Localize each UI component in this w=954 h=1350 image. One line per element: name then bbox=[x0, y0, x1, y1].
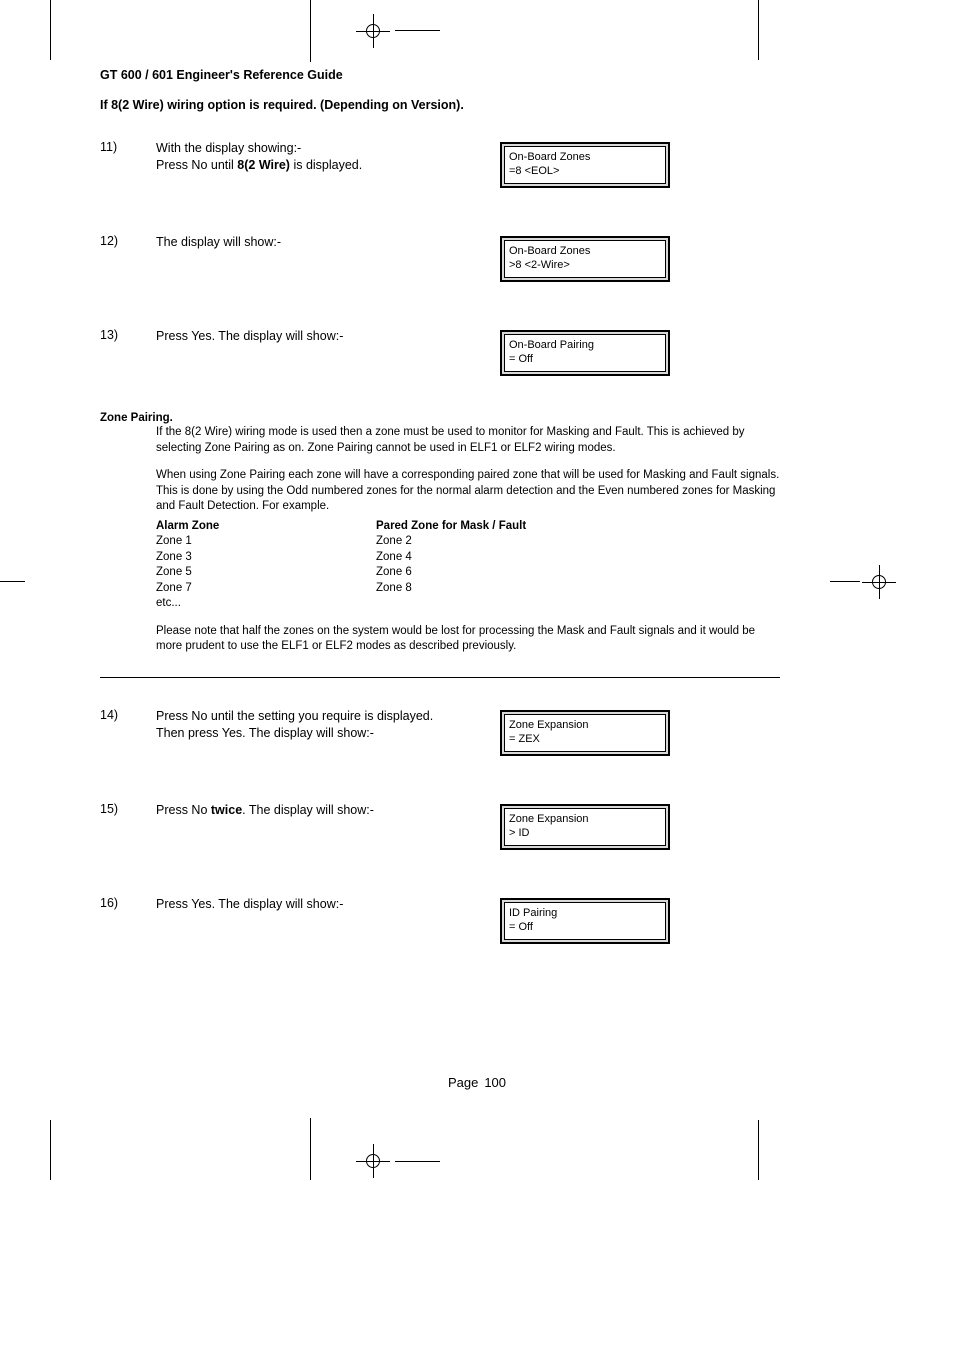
display-line-1: On-Board Zones bbox=[509, 245, 590, 257]
crop-mark bbox=[310, 0, 311, 62]
table-cell: Zone 5 bbox=[156, 565, 376, 581]
step-number: 15) bbox=[100, 802, 156, 816]
step-text: With the display showing:-Press No until… bbox=[156, 140, 496, 174]
step-text: Press Yes. The display will show:- bbox=[156, 328, 496, 345]
step-number: 11) bbox=[100, 140, 156, 154]
display-line-1: On-Board Zones bbox=[509, 151, 590, 163]
table-header: Alarm Zone bbox=[156, 519, 376, 535]
table-cell: Zone 3 bbox=[156, 550, 376, 566]
lcd-display: On-Board Zones>8 <2-Wire> bbox=[500, 236, 670, 282]
table-cell: Zone 6 bbox=[376, 565, 526, 581]
table-cell: Zone 2 bbox=[376, 534, 526, 550]
step-text: Press Yes. The display will show:- bbox=[156, 896, 496, 913]
paragraph: When using Zone Pairing each zone will h… bbox=[156, 468, 780, 515]
document-title: GT 600 / 601 Engineer's Reference Guide bbox=[100, 68, 780, 82]
crop-mark bbox=[395, 30, 440, 31]
table-header: Pared Zone for Mask / Fault bbox=[376, 519, 526, 535]
crop-mark bbox=[830, 581, 860, 582]
step-row: 16)Press Yes. The display will show:-ID … bbox=[100, 896, 780, 944]
zone-table: Alarm Zone Zone 1Zone 3Zone 5Zone 7etc..… bbox=[156, 519, 780, 612]
lcd-display: Zone Expansion= ZEX bbox=[500, 710, 670, 756]
display-line-1: On-Board Pairing bbox=[509, 339, 594, 351]
crop-mark bbox=[758, 0, 759, 60]
display-line-2: = ZEX bbox=[509, 732, 661, 746]
display-line-1: Zone Expansion bbox=[509, 813, 589, 825]
paragraph: Please note that half the zones on the s… bbox=[156, 624, 780, 655]
table-cell: etc... bbox=[156, 596, 376, 612]
crop-mark bbox=[395, 1161, 440, 1162]
crop-mark bbox=[0, 581, 25, 582]
step-number: 12) bbox=[100, 234, 156, 248]
step-row: 14)Press No until the setting you requir… bbox=[100, 708, 780, 756]
step-row: 13)Press Yes. The display will show:-On-… bbox=[100, 328, 780, 376]
page-footer: Page 100 bbox=[0, 1075, 954, 1090]
bold-text: twice bbox=[211, 803, 242, 817]
display-line-2: >8 <2-Wire> bbox=[509, 258, 661, 272]
zone-pairing-title: Zone Pairing. bbox=[100, 412, 780, 424]
document-page: GT 600 / 601 Engineer's Reference Guide … bbox=[0, 0, 954, 1350]
display-line-1: Zone Expansion bbox=[509, 719, 589, 731]
crop-mark bbox=[758, 1120, 759, 1180]
table-cell: Zone 8 bbox=[376, 581, 526, 597]
section-heading: If 8(2 Wire) wiring option is required. … bbox=[100, 98, 780, 112]
crop-mark bbox=[310, 1118, 311, 1180]
step-text: Press No twice. The display will show:- bbox=[156, 802, 496, 819]
display-line-2: =8 <EOL> bbox=[509, 164, 661, 178]
table-cell: Zone 1 bbox=[156, 534, 376, 550]
lcd-display: On-Board Pairing= Off bbox=[500, 330, 670, 376]
display-line-1: ID Pairing bbox=[509, 907, 557, 919]
step-text: The display will show:- bbox=[156, 234, 496, 251]
page-number: 100 bbox=[484, 1075, 506, 1090]
table-cell: Zone 4 bbox=[376, 550, 526, 566]
display-line-2: > ID bbox=[509, 826, 661, 840]
registration-mark-icon bbox=[868, 571, 890, 593]
lcd-display: Zone Expansion> ID bbox=[500, 804, 670, 850]
page-content: GT 600 / 601 Engineer's Reference Guide … bbox=[100, 68, 780, 990]
paragraph: If the 8(2 Wire) wiring mode is used the… bbox=[156, 425, 780, 456]
step-text: Press No until the setting you require i… bbox=[156, 708, 496, 742]
step-number: 13) bbox=[100, 328, 156, 342]
step-row: 11)With the display showing:-Press No un… bbox=[100, 140, 780, 188]
bold-text: 8(2 Wire) bbox=[237, 158, 290, 172]
step-number: 16) bbox=[100, 896, 156, 910]
display-line-2: = Off bbox=[509, 920, 661, 934]
table-cell: Zone 7 bbox=[156, 581, 376, 597]
step-number: 14) bbox=[100, 708, 156, 722]
page-label: Page bbox=[448, 1075, 478, 1090]
crop-mark bbox=[50, 1120, 51, 1180]
registration-mark-icon bbox=[362, 20, 384, 42]
zone-pairing-section: Zone Pairing. If the 8(2 Wire) wiring mo… bbox=[100, 412, 780, 678]
lcd-display: ID Pairing= Off bbox=[500, 898, 670, 944]
crop-mark bbox=[50, 0, 51, 60]
registration-mark-icon bbox=[362, 1150, 384, 1172]
step-row: 15)Press No twice. The display will show… bbox=[100, 802, 780, 850]
display-line-2: = Off bbox=[509, 352, 661, 366]
lcd-display: On-Board Zones=8 <EOL> bbox=[500, 142, 670, 188]
step-row: 12)The display will show:-On-Board Zones… bbox=[100, 234, 780, 282]
